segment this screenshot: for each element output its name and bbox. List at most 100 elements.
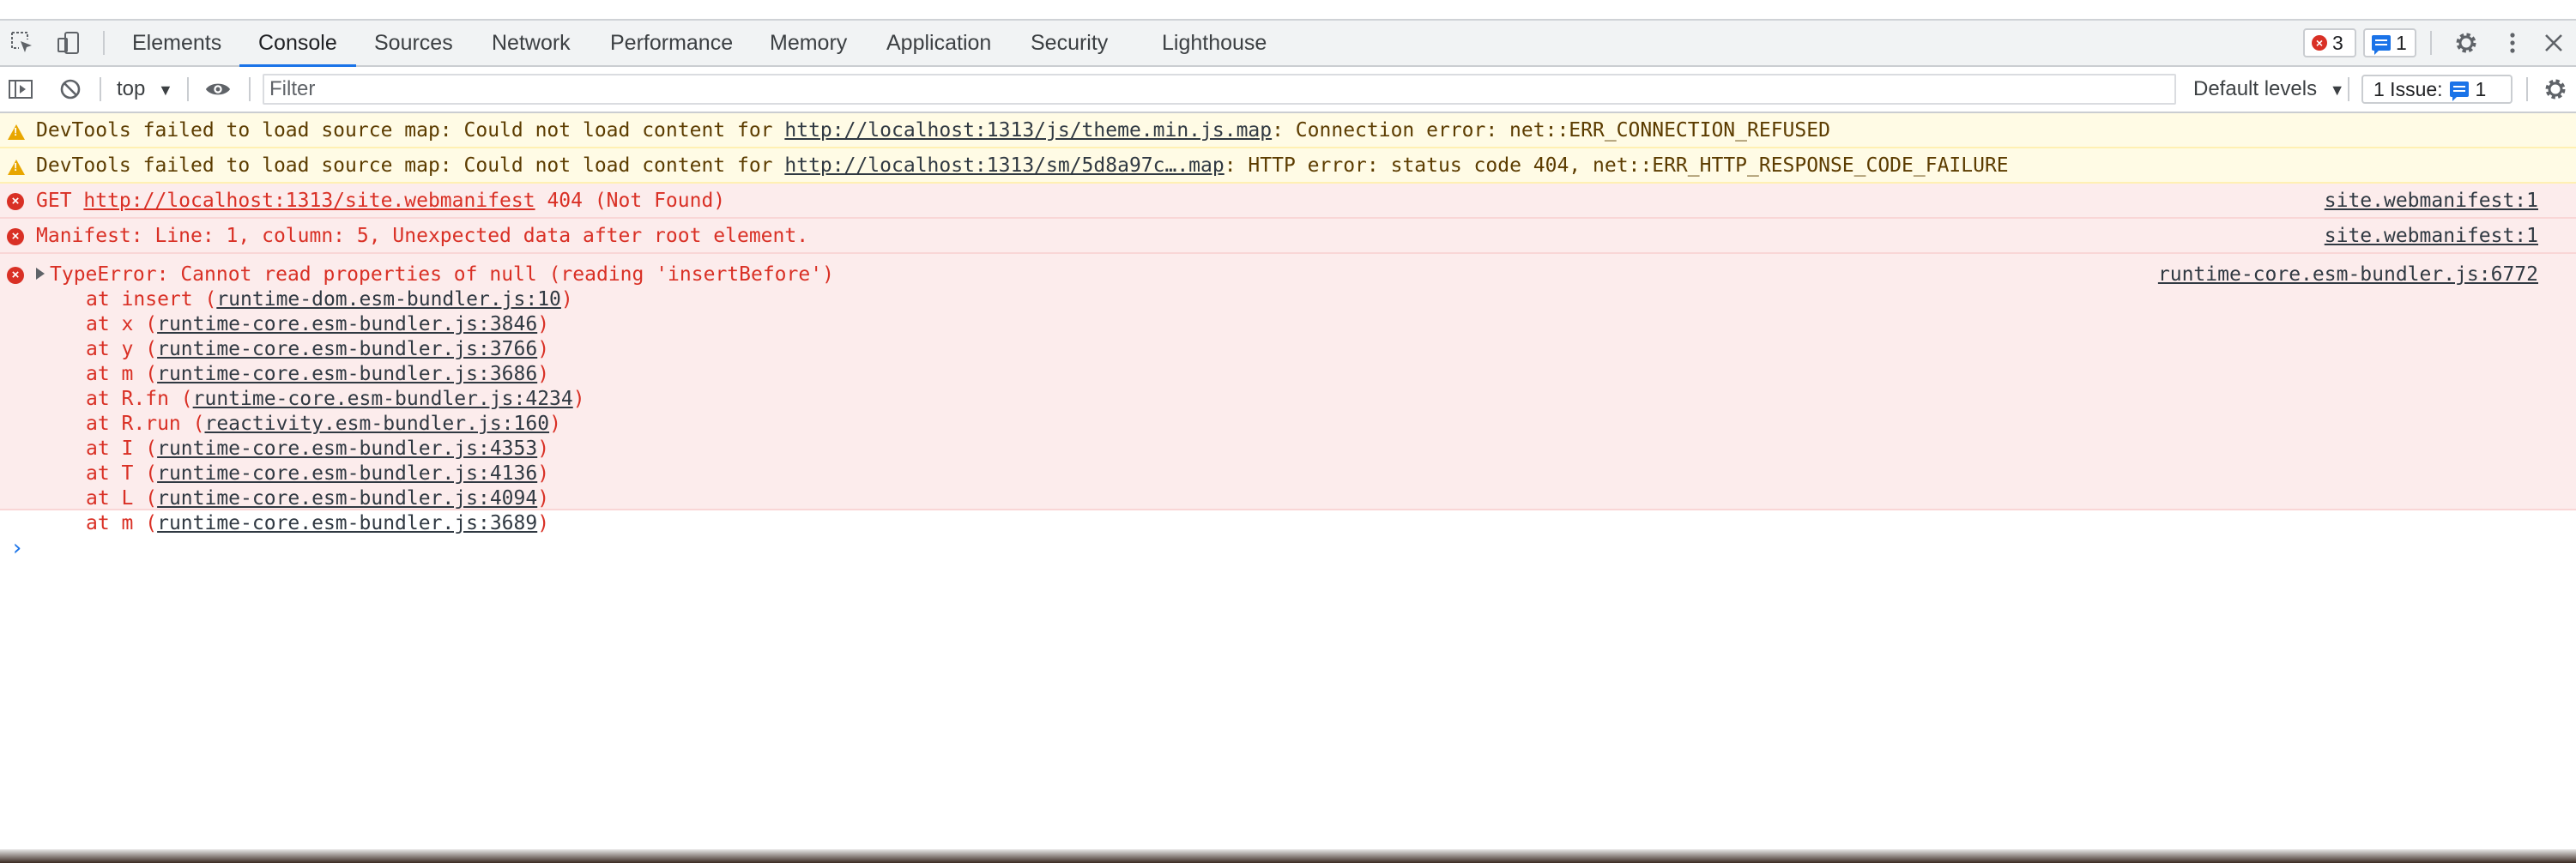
stack-frame-fn: at m ( [86,363,158,385]
tab-sources[interactable]: Sources [374,21,453,65]
stack-frame: at T (runtime-core.esm-bundler.js:4136) [36,462,2576,486]
stack-frame-link[interactable]: runtime-core.esm-bundler.js:3689 [157,512,537,534]
toolbar-divider-2 [187,77,189,101]
tabbar-divider-right [2430,31,2432,55]
stack-frame-close: ) [537,363,550,385]
message-icon [2372,35,2391,55]
stack-frame-link[interactable]: runtime-core.esm-bundler.js:4136 [157,462,537,485]
tabbar-divider [103,31,105,55]
error-count: 3 [2332,31,2343,54]
message-text-suffix: 404 (Not Found) [535,190,726,212]
stack-frame-link[interactable]: runtime-core.esm-bundler.js:3846 [157,313,537,335]
message-text: DevTools failed to load source map: Coul… [36,154,785,177]
tab-performance[interactable]: Performance [610,21,733,65]
source-map-link[interactable]: http://localhost:1313/sm/5d8a97c….map [784,154,1224,177]
source-location-link[interactable]: runtime-core.esm-bundler.js:6772 [2158,263,2538,287]
stack-frame-link[interactable]: runtime-core.esm-bundler.js:3686 [157,363,537,385]
clear-console-icon[interactable] [57,75,84,103]
tab-network[interactable]: Network [492,21,571,65]
console-error-row-expandable: × TypeError: Cannot read properties of n… [0,254,2576,534]
console-toolbar: top ▼ Default levels ▼ 1 Issue: 1 [0,67,2576,113]
stack-frame: at R.fn (runtime-core.esm-bundler.js:423… [36,387,2576,412]
live-expression-eye-icon[interactable] [204,75,232,103]
stack-frame-fn: at R.fn ( [86,388,193,410]
error-icon: × [7,267,24,284]
stack-frame-fn: at x ( [86,313,158,335]
tab-application[interactable]: Application [886,21,991,65]
close-devtools-icon[interactable] [2540,29,2567,57]
stack-frame: at x (runtime-core.esm-bundler.js:3846) [36,312,2576,337]
tab-console[interactable]: Console [239,21,356,67]
console-prompt-icon[interactable]: › [10,535,24,561]
stack-frame-link[interactable]: runtime-dom.esm-bundler.js:10 [216,288,561,311]
error-icon: × [2312,35,2327,51]
stack-frame: at L (runtime-core.esm-bundler.js:4094) [36,486,2576,511]
stack-frame: at R.run (reactivity.esm-bundler.js:160) [36,412,2576,437]
stack-frame-link[interactable]: runtime-core.esm-bundler.js:4353 [157,438,537,460]
tab-security[interactable]: Security [1031,21,1108,65]
warning-icon [8,124,25,140]
toolbar-divider [100,77,101,101]
console-warning-row: DevTools failed to load source map: Coul… [0,113,2576,148]
stack-frame-link[interactable]: runtime-core.esm-bundler.js:4094 [157,487,537,510]
stack-frame-fn: at y ( [86,338,158,360]
source-location-link[interactable]: site.webmanifest:1 [2325,184,2538,219]
issues-button[interactable]: 1 Issue: 1 [2361,75,2513,104]
message-count: 1 [2396,31,2407,54]
error-icon: × [7,193,24,210]
stack-frame: at y (runtime-core.esm-bundler.js:3766) [36,337,2576,362]
source-location-link[interactable]: site.webmanifest:1 [2325,219,2538,254]
stack-frame-link[interactable]: reactivity.esm-bundler.js:160 [204,413,549,435]
request-url-link[interactable]: http://localhost:1313/site.webmanifest [83,190,535,212]
stack-frame-close: ) [537,512,550,534]
stack-frame: at m (runtime-core.esm-bundler.js:3689) [36,511,2576,536]
console-messages: DevTools failed to load source map: Coul… [0,113,2576,534]
stack-frame-close: ) [572,388,585,410]
stack-frame-close: ) [537,462,550,485]
stack-frame: at m (runtime-core.esm-bundler.js:3686) [36,362,2576,387]
expand-triangle-icon[interactable] [36,268,45,280]
inspect-element-icon[interactable] [9,29,36,57]
stack-frame-close: ) [537,438,550,460]
device-toolbar-icon[interactable] [55,29,82,57]
tab-elements[interactable]: Elements [132,21,221,65]
stack-frame-fn: at m ( [86,512,158,534]
show-sidebar-icon[interactable] [7,75,34,103]
toolbar-divider-5 [2526,77,2528,101]
more-options-kebab-icon[interactable] [2499,29,2526,57]
message-count-badge[interactable]: 1 [2363,28,2416,57]
toolbar-divider-4 [2348,77,2349,101]
toolbar-divider-3 [249,77,251,101]
stack-frame-close: ) [549,413,561,435]
log-levels-dropdown[interactable]: Default levels ▼ [2193,67,2345,112]
stack-frame-fn: at T ( [86,462,158,485]
console-error-row: × GET http://localhost:1313/site.webmani… [0,184,2576,219]
issues-count: 1 [2475,77,2487,100]
message-text: TypeError: Cannot read properties of nul… [50,263,834,286]
settings-gear-icon[interactable] [2452,29,2480,57]
console-warning-row: DevTools failed to load source map: Coul… [0,148,2576,184]
chevron-down-icon: ▼ [158,81,173,99]
stack-frame-link[interactable]: runtime-core.esm-bundler.js:3766 [157,338,537,360]
console-settings-gear-icon[interactable] [2542,75,2569,103]
message-text-suffix: : HTTP error: status code 404, net::ERR_… [1224,154,2009,177]
issue-icon [2449,81,2469,101]
message-text: Manifest: Line: 1, column: 5, Unexpected… [36,225,809,247]
stack-frame-close: ) [537,487,550,510]
filter-input[interactable] [263,74,2176,105]
stack-frame-fn: at insert ( [86,288,217,311]
source-map-link[interactable]: http://localhost:1313/js/theme.min.js.ma… [784,119,1272,142]
window-bottom-edge [0,849,2576,863]
tab-memory[interactable]: Memory [770,21,847,65]
stack-frame-fn: at L ( [86,487,158,510]
tab-lighthouse[interactable]: Lighthouse [1162,21,1267,65]
stack-frame-close: ) [537,313,550,335]
error-count-badge[interactable]: × 3 [2303,28,2356,57]
stack-frame-close: ) [560,288,573,311]
stack-frame: at I (runtime-core.esm-bundler.js:4353) [36,437,2576,462]
log-levels-label: Default levels [2193,77,2318,100]
context-selector[interactable]: top ▼ [117,67,173,112]
stack-frame-link[interactable]: runtime-core.esm-bundler.js:4234 [193,388,573,410]
message-text: DevTools failed to load source map: Coul… [36,119,785,142]
window-top-strip [0,0,2576,21]
